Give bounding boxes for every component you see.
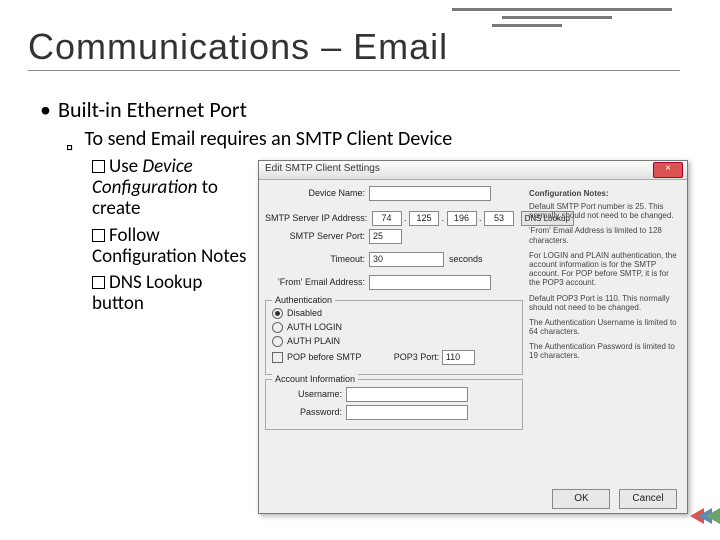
title-area: Communications – Email xyxy=(28,26,680,71)
square-bullet-icon xyxy=(92,229,105,242)
timeout-units: seconds xyxy=(449,254,483,264)
dialog-title: Edit SMTP Client Settings xyxy=(265,163,380,174)
decorative-arrows-icon xyxy=(680,498,720,534)
ip-octet-1[interactable]: 74 xyxy=(372,211,402,226)
device-name-label: Device Name: xyxy=(265,188,365,198)
pop3-port-input[interactable]: 110 xyxy=(442,350,475,365)
ip-label: SMTP Server IP Address: xyxy=(265,213,365,223)
password-input[interactable] xyxy=(346,405,468,420)
dialog-titlebar: Edit SMTP Client Settings × xyxy=(259,161,687,180)
password-label: Password: xyxy=(272,407,342,417)
timeout-input[interactable]: 30 xyxy=(369,252,444,267)
notes-header: Configuration Notes: xyxy=(529,189,677,198)
device-name-input[interactable] xyxy=(369,186,491,201)
square-bullet-icon xyxy=(92,160,105,173)
pop3-port-label: POP3 Port: xyxy=(394,352,440,362)
ip-octet-3[interactable]: 196 xyxy=(447,211,477,226)
note-1: Default SMTP Port number is 25. This nor… xyxy=(529,202,677,220)
square-bullet-icon xyxy=(92,276,105,289)
sub-bullet-3: DNS Lookup button xyxy=(92,273,252,315)
sub-bullet-1: Use Device Configuration to create xyxy=(92,157,252,220)
account-group: Account Information Username: Password: xyxy=(265,379,523,430)
smtp-dialog: Edit SMTP Client Settings × Device Name:… xyxy=(258,160,688,514)
bullet-level2: ▫ To send Email requires an SMTP Client … xyxy=(66,127,680,151)
from-input[interactable] xyxy=(369,275,491,290)
slide-title: Communications – Email xyxy=(28,26,680,68)
bullet-level1: •Built-in Ethernet Port xyxy=(40,96,680,123)
from-label: 'From' Email Address: xyxy=(265,277,365,287)
auth-legend: Authentication xyxy=(272,295,335,305)
note-2: 'From' Email Address is limited to 128 c… xyxy=(529,226,677,244)
dialog-footer: OK Cancel xyxy=(546,489,677,509)
config-notes: Configuration Notes: Default SMTP Port n… xyxy=(529,185,677,367)
timeout-label: Timeout: xyxy=(265,254,365,264)
port-label: SMTP Server Port: xyxy=(265,231,365,241)
check-pop-before-smtp[interactable] xyxy=(272,352,283,363)
close-button[interactable]: × xyxy=(653,162,683,178)
username-input[interactable] xyxy=(346,387,468,402)
port-input[interactable]: 25 xyxy=(369,229,402,244)
note-4: Default POP3 Port is 110. This normally … xyxy=(529,294,677,312)
account-legend: Account Information xyxy=(272,374,358,384)
bullet2-text: To send Email requires an SMTP Client De… xyxy=(85,127,453,151)
radio-auth-login[interactable] xyxy=(272,322,283,333)
title-underline xyxy=(28,70,680,71)
auth-group: Authentication Disabled AUTH LOGIN AUTH … xyxy=(265,300,523,375)
ip-octet-4[interactable]: 53 xyxy=(484,211,514,226)
note-5: The Authentication Username is limited t… xyxy=(529,318,677,336)
username-label: Username: xyxy=(272,389,342,399)
bullet1-text: Built-in Ethernet Port xyxy=(58,96,247,123)
ok-button[interactable]: OK xyxy=(552,489,610,509)
ip-octet-2[interactable]: 125 xyxy=(409,211,439,226)
sub-bullet-2: Follow Configuration Notes xyxy=(92,226,252,268)
note-3: For LOGIN and PLAIN authentication, the … xyxy=(529,251,677,288)
sub-bullets: Use Device Configuration to create Follo… xyxy=(92,157,252,315)
radio-disabled[interactable] xyxy=(272,308,283,319)
radio-auth-plain[interactable] xyxy=(272,336,283,347)
note-6: The Authentication Password is limited t… xyxy=(529,342,677,360)
cancel-button[interactable]: Cancel xyxy=(619,489,677,509)
